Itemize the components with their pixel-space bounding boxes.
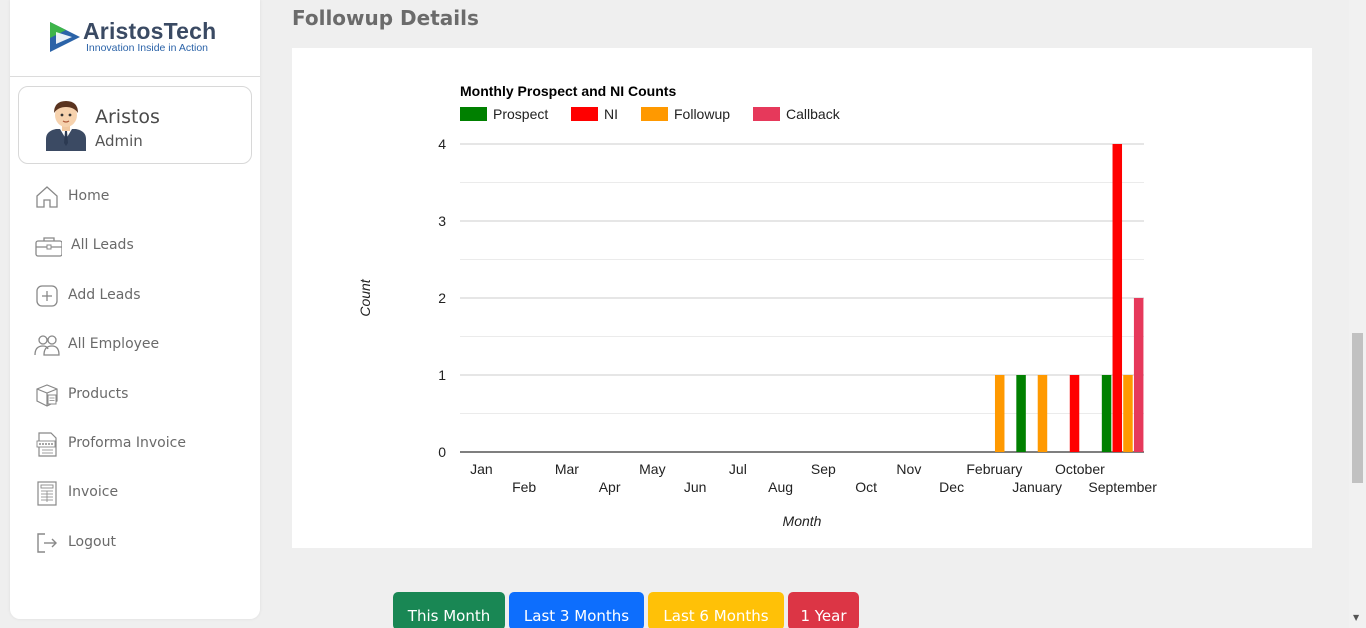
sidebar-item-home[interactable]: Home xyxy=(10,172,260,221)
x-tick-label: Feb xyxy=(512,479,536,495)
bar xyxy=(994,375,1005,452)
sidebar: AristosTech Innovation Inside in Action … xyxy=(10,0,260,619)
avatar xyxy=(46,101,86,151)
sidebar-item-all-leads[interactable]: All Leads xyxy=(10,221,260,270)
x-tick-label: Mar xyxy=(555,461,579,477)
user-profile-card: Aristos Admin xyxy=(18,86,252,164)
x-tick-label: January xyxy=(1012,479,1062,495)
briefcase-icon xyxy=(35,237,62,258)
x-tick-label: February xyxy=(966,461,1022,477)
page-title: Followup Details xyxy=(292,6,479,30)
bar xyxy=(1112,144,1123,452)
y-tick-label: 3 xyxy=(438,213,446,229)
scrollbar-thumb[interactable] xyxy=(1352,333,1363,483)
legend-swatch xyxy=(571,107,598,121)
last-3-months-button[interactable]: Last 3 Months xyxy=(509,592,644,628)
x-tick-label: September xyxy=(1088,479,1157,495)
y-tick-label: 4 xyxy=(438,136,446,152)
this-month-button[interactable]: This Month xyxy=(393,592,505,628)
y-tick-label: 0 xyxy=(438,444,446,460)
x-tick-label: Apr xyxy=(599,479,621,495)
bar xyxy=(1016,375,1026,452)
one-year-button[interactable]: 1 Year xyxy=(788,592,859,628)
chart: Monthly Prospect and NI Counts Prospect N… xyxy=(357,83,1157,529)
sidebar-item-label: Products xyxy=(68,385,129,402)
bar xyxy=(1101,375,1112,452)
y-tick-label: 1 xyxy=(438,367,446,383)
legend-swatch xyxy=(753,107,780,121)
x-tick-label: Sep xyxy=(811,461,836,477)
chart-legend: Prospect NI Followup Callback xyxy=(460,106,841,122)
bar xyxy=(1133,298,1144,452)
bar xyxy=(1069,375,1080,452)
brand-logo[interactable]: AristosTech Innovation Inside in Action xyxy=(10,0,260,77)
x-tick-label: May xyxy=(639,461,665,477)
legend-label: Callback xyxy=(786,106,841,122)
package-icon xyxy=(36,383,58,407)
sidebar-item-logout[interactable]: Logout xyxy=(10,518,260,567)
logo-mark-icon xyxy=(50,22,80,52)
user-role: Admin xyxy=(95,132,143,150)
x-tick-label: Jan xyxy=(470,461,493,477)
receipt-icon xyxy=(37,481,57,506)
home-icon xyxy=(36,186,58,208)
x-tick-label: Jun xyxy=(684,479,707,495)
sidebar-item-proforma-invoice[interactable]: Proforma Invoice xyxy=(10,419,260,468)
bar xyxy=(1037,375,1048,452)
sidebar-item-label: Invoice xyxy=(68,484,119,501)
y-axis-label: Count xyxy=(357,278,373,316)
plus-square-icon xyxy=(36,285,58,307)
sidebar-item-add-leads[interactable]: Add Leads xyxy=(10,271,260,320)
invoice-doc-icon xyxy=(36,432,57,457)
scroll-down-arrow-icon[interactable]: ▼ xyxy=(1353,613,1359,622)
users-icon xyxy=(34,335,60,356)
brand-name: AristosTech xyxy=(83,18,217,44)
x-tick-label: Nov xyxy=(896,461,921,477)
legend-label: Prospect xyxy=(493,106,548,122)
logout-icon xyxy=(37,533,57,553)
y-tick-label: 2 xyxy=(438,290,446,306)
user-name: Aristos xyxy=(95,106,160,128)
legend-swatch xyxy=(641,107,668,121)
legend-label: NI xyxy=(604,106,618,122)
chart-title: Monthly Prospect and NI Counts xyxy=(460,83,676,99)
sidebar-item-label: All Employee xyxy=(68,336,160,353)
page-scrollbar[interactable]: ▼ xyxy=(1349,0,1366,628)
sidebar-item-all-employee[interactable]: All Employee xyxy=(10,320,260,369)
x-tick-label: Jul xyxy=(729,461,747,477)
chart-card: Monthly Prospect and NI Counts Prospect N… xyxy=(292,48,1312,548)
last-6-months-button[interactable]: Last 6 Months xyxy=(648,592,784,628)
x-axis-label: Month xyxy=(783,513,822,529)
x-tick-label: Aug xyxy=(768,479,793,495)
sidebar-item-invoice[interactable]: Invoice xyxy=(10,468,260,517)
sidebar-item-label: Add Leads xyxy=(68,286,141,303)
legend-label: Followup xyxy=(674,106,730,122)
x-tick-label: Dec xyxy=(939,479,964,495)
legend-swatch xyxy=(460,107,487,121)
x-tick-label: October xyxy=(1055,461,1105,477)
y-axis-ticks: 0 1 2 3 4 xyxy=(438,136,446,460)
brand-tagline: Innovation Inside in Action xyxy=(86,42,209,54)
sidebar-item-label: Home xyxy=(68,188,110,204)
x-tick-label: Oct xyxy=(855,479,877,495)
sidebar-item-label: All Leads xyxy=(71,237,134,254)
sidebar-item-label: Logout xyxy=(68,533,116,550)
sidebar-menu: Home All Leads Add Leads All Employee Pr… xyxy=(10,172,260,567)
sidebar-item-products[interactable]: Products xyxy=(10,370,260,419)
sidebar-item-label: Proforma Invoice xyxy=(68,434,186,451)
x-axis-ticks: Jan Feb Mar Apr May Jun Jul Aug Sep Oct Nov DecFebr… xyxy=(470,461,1157,495)
bar xyxy=(1123,375,1133,452)
